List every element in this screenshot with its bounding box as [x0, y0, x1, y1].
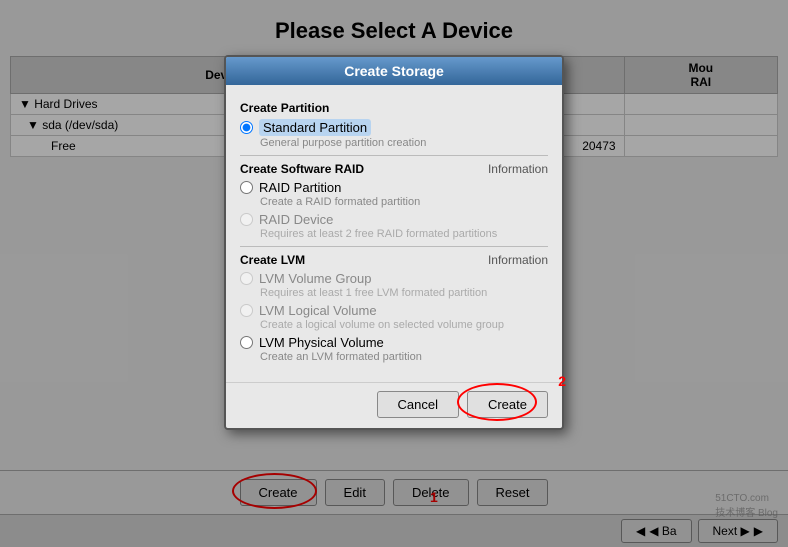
modal-create-button[interactable]: Create [467, 391, 548, 418]
modal-footer: Cancel Create 2 [226, 382, 562, 428]
raid-partition-radio[interactable] [240, 181, 253, 194]
raid-device-row: RAID Device [240, 212, 548, 227]
section-divider-1 [240, 155, 548, 156]
lvm-volume-group-row: LVM Volume Group [240, 271, 548, 286]
lvm-physical-volume-radio[interactable] [240, 336, 253, 349]
lvm-physical-volume-desc: Create an LVM formated partition [260, 351, 548, 363]
raid-partition-desc: Create a RAID formated partition [260, 196, 548, 208]
main-container: Please Select A Device Device Size(MB) M… [0, 0, 788, 547]
section-divider-2 [240, 246, 548, 247]
create-partition-label: Create Partition [240, 101, 329, 115]
modal-cancel-button[interactable]: Cancel [377, 391, 459, 418]
create-storage-modal: Create Storage Create Partition Standard… [224, 55, 564, 430]
lvm-volume-group-label[interactable]: LVM Volume Group [259, 271, 371, 286]
create-lvm-info: Information [488, 253, 548, 267]
raid-device-radio[interactable] [240, 213, 253, 226]
lvm-logical-volume-label[interactable]: LVM Logical Volume [259, 303, 377, 318]
raid-partition-row: RAID Partition [240, 180, 548, 195]
standard-partition-label[interactable]: Standard Partition [259, 119, 371, 136]
create-lvm-label: Create LVM [240, 253, 305, 267]
create-lvm-section: Create LVM Information [240, 253, 548, 267]
modal-create-wrapper: Create 2 [467, 391, 548, 418]
create-raid-section: Create Software RAID Information [240, 162, 548, 176]
create-partition-section: Create Partition [240, 101, 548, 115]
lvm-volume-group-radio[interactable] [240, 272, 253, 285]
annotation-number-2: 2 [558, 373, 566, 389]
lvm-logical-volume-desc: Create a logical volume on selected volu… [260, 319, 548, 331]
lvm-logical-volume-row: LVM Logical Volume [240, 303, 548, 318]
raid-device-label[interactable]: RAID Device [259, 212, 333, 227]
lvm-physical-volume-label[interactable]: LVM Physical Volume [259, 335, 384, 350]
standard-partition-desc: General purpose partition creation [260, 137, 548, 149]
standard-partition-row: Standard Partition [240, 119, 548, 136]
lvm-volume-group-desc: Requires at least 1 free LVM formated pa… [260, 287, 548, 299]
lvm-logical-volume-radio[interactable] [240, 304, 253, 317]
lvm-physical-volume-row: LVM Physical Volume [240, 335, 548, 350]
modal-body: Create Partition Standard Partition Gene… [226, 85, 562, 376]
standard-partition-radio[interactable] [240, 121, 253, 134]
raid-device-desc: Requires at least 2 free RAID formated p… [260, 228, 548, 240]
raid-partition-label[interactable]: RAID Partition [259, 180, 341, 195]
create-raid-info: Information [488, 162, 548, 176]
modal-title: Create Storage [226, 57, 562, 85]
modal-overlay: Create Storage Create Partition Standard… [0, 0, 788, 547]
create-raid-label: Create Software RAID [240, 162, 364, 176]
